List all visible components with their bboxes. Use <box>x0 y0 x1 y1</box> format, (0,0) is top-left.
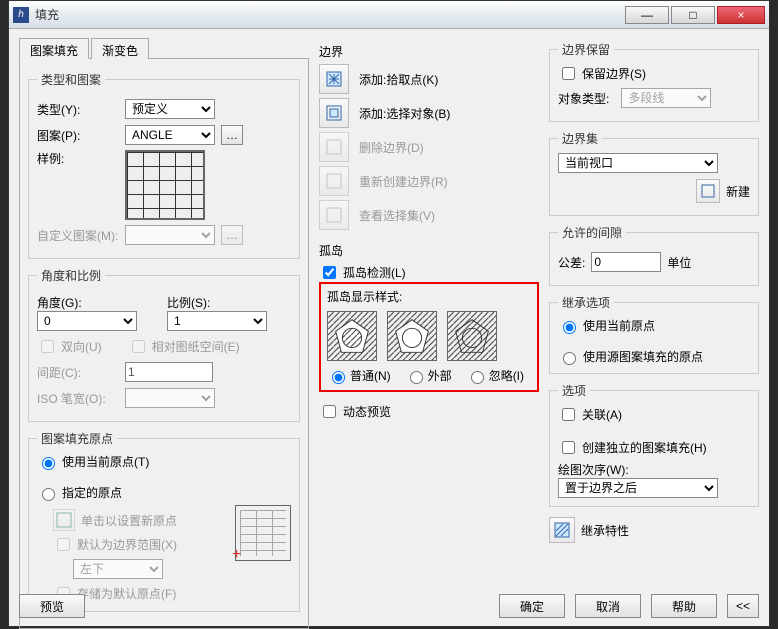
dialog-window: h 填充 — □ × 图案填充 渐变色 类型和图案 类型(Y): 预定义 图案( <box>8 0 770 627</box>
inherit-source-radio[interactable] <box>563 352 576 365</box>
origin-pos-select: 左下 <box>73 559 163 579</box>
remove-boundary-label: 删除边界(D) <box>359 139 424 156</box>
middle-column: 边界 添加:拾取点(K) 添加:选择对象(B) 删除边界(D) 重新创建边界(R… <box>319 37 539 576</box>
hatch-origin-group: 图案填充原点 使用当前原点(T) 指定的原点 单击以设置新原点 默认为边界范围(… <box>28 430 300 612</box>
inherit-props-label: 继承特性 <box>581 522 629 539</box>
view-selection-label: 查看选择集(V) <box>359 207 435 224</box>
pattern-label: 图案(P): <box>37 127 119 144</box>
maximize-button[interactable]: □ <box>671 6 715 24</box>
type-label: 类型(Y): <box>37 101 119 118</box>
tab-gradient[interactable]: 渐变色 <box>91 38 149 59</box>
origin-specified-radio[interactable] <box>42 488 55 501</box>
island-legend: 孤岛 <box>319 242 539 259</box>
preview-button[interactable]: 预览 <box>19 594 85 618</box>
island-detect-checkbox[interactable] <box>323 266 336 279</box>
close-button[interactable]: × <box>717 6 765 24</box>
pattern-select[interactable]: ANGLE <box>125 125 215 145</box>
tolerance-label: 公差: <box>558 254 585 271</box>
draw-order-select[interactable]: 置于边界之后 <box>558 478 718 498</box>
boundary-retain-group: 边界保留 保留边界(S) 对象类型: 多段线 <box>549 41 759 122</box>
tolerance-unit: 单位 <box>667 254 691 271</box>
boundary-set-group: 边界集 当前视口 新建 <box>549 130 759 216</box>
new-boundary-set-icon[interactable] <box>696 179 720 203</box>
add-pick-label: 添加:拾取点(K) <box>359 71 438 88</box>
add-select-button[interactable] <box>319 98 349 128</box>
default-bound-checkbox <box>57 538 70 551</box>
origin-current-radio[interactable] <box>42 457 55 470</box>
scale-label: 比例(S): <box>167 294 291 311</box>
tab-hatch[interactable]: 图案填充 <box>19 38 89 59</box>
minimize-button[interactable]: — <box>625 6 669 24</box>
objtype-label: 对象类型: <box>558 90 609 107</box>
angle-scale-legend: 角度和比例 <box>37 267 105 284</box>
recreate-boundary-label: 重新创建边界(R) <box>359 173 448 190</box>
custom-pattern-select <box>125 225 215 245</box>
add-pick-button[interactable] <box>319 64 349 94</box>
dynamic-preview-checkbox[interactable] <box>323 405 336 418</box>
tab-strip: 图案填充 渐变色 <box>19 37 309 59</box>
sample-label: 样例: <box>37 150 119 167</box>
custom-pattern-browse: … <box>221 225 243 245</box>
right-column: 边界保留 保留边界(S) 对象类型: 多段线 边界集 当前视口 新建 允许的间隙… <box>549 37 759 576</box>
titlebar[interactable]: h 填充 — □ × <box>9 1 769 29</box>
add-select-label: 添加:选择对象(B) <box>359 105 450 122</box>
gap-tolerance-group: 允许的间隙 公差: 单位 <box>549 224 759 286</box>
boundary-legend: 边界 <box>319 43 539 60</box>
island-normal-radio[interactable] <box>332 371 345 384</box>
tolerance-input[interactable] <box>591 252 661 272</box>
angle-label: 角度(G): <box>37 294 161 311</box>
pattern-swatch[interactable] <box>125 150 205 220</box>
type-select[interactable]: 预定义 <box>125 99 215 119</box>
spacing-input <box>125 362 213 382</box>
island-style-label: 孤岛显示样式: <box>327 288 531 305</box>
type-pattern-legend: 类型和图案 <box>37 71 105 88</box>
view-selection-button <box>319 200 349 230</box>
island-style-highlight: 孤岛显示样式: 普通(N) 外部 忽略(I) <box>319 282 539 392</box>
spacing-label: 间距(C): <box>37 364 119 381</box>
island-preview-normal[interactable] <box>327 311 377 361</box>
inherit-options-group: 继承选项 使用当前原点 使用源图案填充的原点 <box>549 294 759 374</box>
app-icon: h <box>13 7 29 23</box>
angle-select[interactable]: 0 <box>37 311 137 331</box>
objtype-select: 多段线 <box>621 88 711 108</box>
pick-origin-icon <box>53 509 75 531</box>
ok-button[interactable]: 确定 <box>499 594 565 618</box>
new-boundary-set-label: 新建 <box>726 183 750 200</box>
collapse-button[interactable]: << <box>727 594 759 618</box>
scale-select[interactable]: 1 <box>167 311 267 331</box>
type-pattern-group: 类型和图案 类型(Y): 预定义 图案(P): ANGLE … 样例: <box>28 71 300 259</box>
hatch-origin-legend: 图案填充原点 <box>37 430 117 447</box>
iso-pen-label: ISO 笔宽(O): <box>37 390 119 407</box>
origin-preview: + <box>235 505 291 561</box>
help-button[interactable]: 帮助 <box>651 594 717 618</box>
dialog-content: 图案填充 渐变色 类型和图案 类型(Y): 预定义 图案(P): ANGLE … <box>9 29 769 584</box>
custom-pattern-label: 自定义图案(M): <box>37 227 119 244</box>
dialog-button-row: 预览 确定 取消 帮助 << <box>19 594 759 618</box>
island-outer-radio[interactable] <box>410 371 423 384</box>
draw-order-label: 绘图次序(W): <box>558 461 750 478</box>
separate-hatch-checkbox[interactable] <box>562 441 575 454</box>
island-preview-outer[interactable] <box>387 311 437 361</box>
paperspace-checkbox <box>132 340 145 353</box>
iso-pen-select <box>125 388 215 408</box>
island-preview-ignore[interactable] <box>447 311 497 361</box>
recreate-boundary-button <box>319 166 349 196</box>
inherit-current-radio[interactable] <box>563 321 576 334</box>
island-ignore-radio[interactable] <box>471 371 484 384</box>
tab-panel: 类型和图案 类型(Y): 预定义 图案(P): ANGLE … 样例: <box>19 59 309 629</box>
cancel-button[interactable]: 取消 <box>575 594 641 618</box>
options-group: 选项 关联(A) 创建独立的图案填充(H) 绘图次序(W): 置于边界之后 <box>549 382 759 507</box>
twoway-checkbox <box>41 340 54 353</box>
associate-checkbox[interactable] <box>562 408 575 421</box>
inherit-props-icon[interactable] <box>549 517 575 543</box>
boundary-set-select[interactable]: 当前视口 <box>558 153 718 173</box>
pattern-browse-button[interactable]: … <box>221 125 243 145</box>
retain-boundary-checkbox[interactable] <box>562 67 575 80</box>
left-column: 图案填充 渐变色 类型和图案 类型(Y): 预定义 图案(P): ANGLE … <box>19 37 309 576</box>
window-title: 填充 <box>35 6 623 23</box>
remove-boundary-button <box>319 132 349 162</box>
angle-scale-group: 角度和比例 角度(G): 0 比例(S): 1 双向(U) 相对图纸空 <box>28 267 300 422</box>
